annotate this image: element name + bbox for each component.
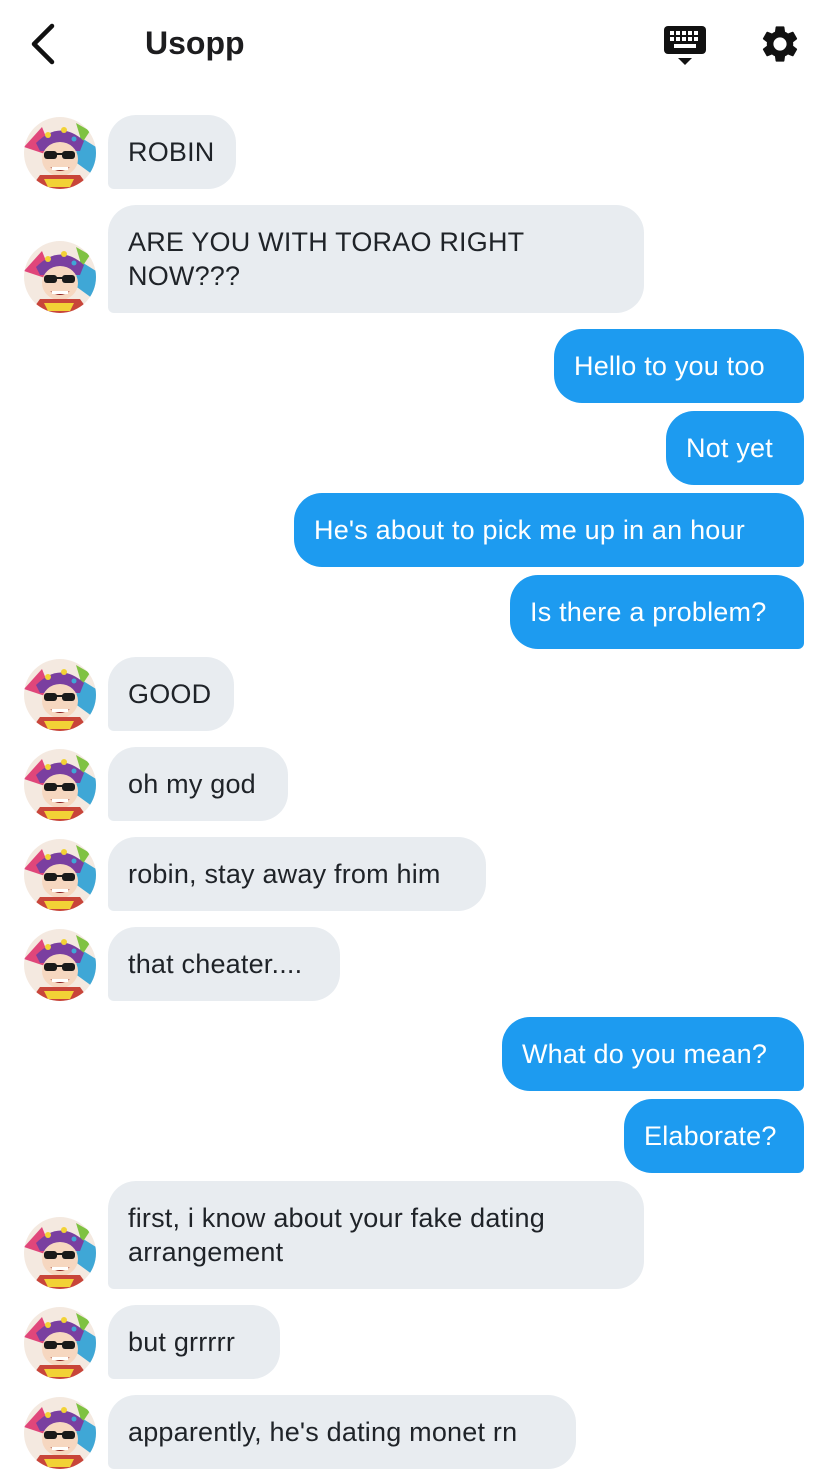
incoming-message-row: GOOD: [0, 657, 828, 731]
incoming-message-row: that cheater....: [0, 927, 828, 1001]
incoming-message-row: robin, stay away from him: [0, 837, 828, 911]
incoming-message-row: apparently, he's dating monet rn: [0, 1395, 828, 1469]
message-text: ROBIN: [128, 137, 215, 167]
sender-avatar[interactable]: [24, 1307, 96, 1379]
outgoing-message-row: Elaborate?: [0, 1099, 828, 1173]
keyboard-icon: [664, 26, 706, 65]
message-text: Is there a problem?: [530, 597, 767, 627]
incoming-message-bubble[interactable]: oh my god: [108, 747, 288, 821]
outgoing-message-row: Hello to you too: [0, 329, 828, 403]
incoming-message-bubble[interactable]: but grrrrr: [108, 1305, 280, 1379]
outgoing-message-row: Not yet: [0, 411, 828, 485]
sender-avatar[interactable]: [24, 241, 96, 313]
sender-avatar[interactable]: [24, 839, 96, 911]
sender-avatar[interactable]: [24, 749, 96, 821]
incoming-message-bubble[interactable]: ROBIN: [108, 115, 236, 189]
message-text: Elaborate?: [644, 1121, 777, 1151]
message-text: that cheater....: [128, 949, 303, 979]
incoming-message-row: ROBIN: [0, 115, 828, 189]
incoming-message-bubble[interactable]: first, i know about your fake dating arr…: [108, 1181, 644, 1289]
incoming-message-bubble[interactable]: ARE YOU WITH TORAO RIGHT NOW???: [108, 205, 644, 313]
outgoing-message-bubble[interactable]: Elaborate?: [624, 1099, 804, 1173]
message-text: ARE YOU WITH TORAO RIGHT NOW???: [128, 227, 524, 291]
sender-avatar[interactable]: [24, 117, 96, 189]
incoming-message-bubble[interactable]: that cheater....: [108, 927, 340, 1001]
incoming-message-bubble[interactable]: GOOD: [108, 657, 234, 731]
incoming-message-row: ARE YOU WITH TORAO RIGHT NOW???: [0, 205, 828, 313]
outgoing-message-bubble[interactable]: Not yet: [666, 411, 804, 485]
message-text: He's about to pick me up in an hour: [314, 515, 745, 545]
outgoing-message-bubble[interactable]: He's about to pick me up in an hour: [294, 493, 804, 567]
incoming-message-bubble[interactable]: robin, stay away from him: [108, 837, 486, 911]
message-text: oh my god: [128, 769, 256, 799]
incoming-message-bubble[interactable]: apparently, he's dating monet rn: [108, 1395, 576, 1469]
gear-icon: [762, 26, 798, 62]
outgoing-message-row: What do you mean?: [0, 1017, 828, 1091]
sender-avatar[interactable]: [24, 929, 96, 1001]
message-text: What do you mean?: [522, 1039, 768, 1069]
chat-header: Usopp: [0, 0, 828, 86]
message-text: GOOD: [128, 679, 212, 709]
outgoing-message-row: Is there a problem?: [0, 575, 828, 649]
message-text: Hello to you too: [574, 351, 765, 381]
incoming-message-row: first, i know about your fake dating arr…: [0, 1181, 828, 1289]
chevron-left-icon: [31, 23, 55, 65]
sender-avatar[interactable]: [24, 1217, 96, 1289]
keyboard-button[interactable]: [662, 24, 708, 68]
message-text: first, i know about your fake dating arr…: [128, 1203, 545, 1267]
outgoing-message-row: He's about to pick me up in an hour: [0, 493, 828, 567]
outgoing-message-bubble[interactable]: What do you mean?: [502, 1017, 804, 1091]
sender-avatar[interactable]: [24, 1397, 96, 1469]
conversation-title: Usopp: [145, 25, 245, 61]
message-text: but grrrrr: [128, 1327, 236, 1357]
incoming-message-row: but grrrrr: [0, 1305, 828, 1379]
settings-button[interactable]: [758, 22, 802, 66]
message-text: apparently, he's dating monet rn: [128, 1417, 518, 1447]
message-text: Not yet: [686, 433, 773, 463]
outgoing-message-bubble[interactable]: Hello to you too: [554, 329, 804, 403]
message-text: robin, stay away from him: [128, 859, 441, 889]
incoming-message-row: oh my god: [0, 747, 828, 821]
back-button[interactable]: [26, 22, 66, 66]
outgoing-message-bubble[interactable]: Is there a problem?: [510, 575, 804, 649]
sender-avatar[interactable]: [24, 659, 96, 731]
